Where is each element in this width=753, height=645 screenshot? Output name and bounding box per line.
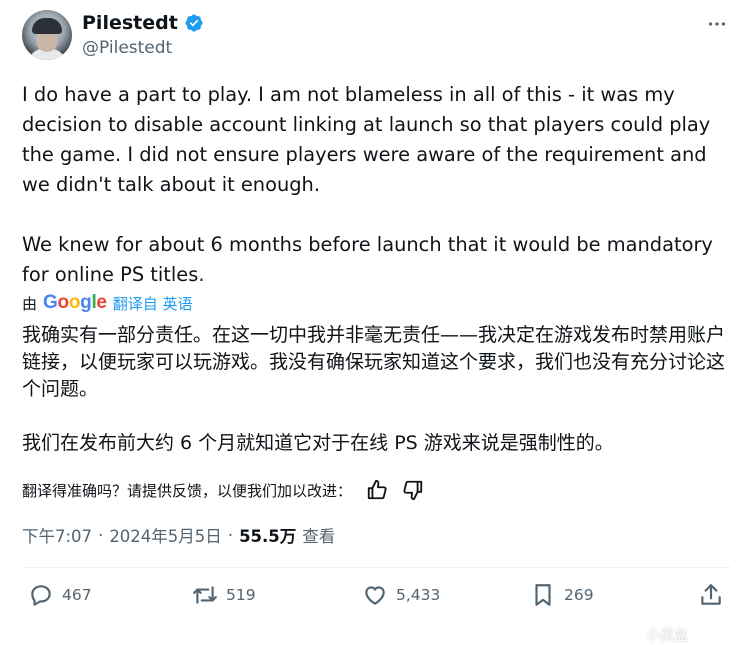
tweet-date[interactable]: 2024年5月5日 [109,523,222,547]
tweet-time[interactable]: 下午7:07 [22,523,92,547]
bookmark-count: 269 [564,586,594,604]
bookmark-button[interactable]: 269 [530,582,594,608]
like-icon [365,586,385,605]
tweet-metadata: 下午7:07 · 2024年5月5日 · 55.5万 查看 [22,523,335,547]
reply-count: 467 [62,586,92,604]
more-icon [708,22,726,26]
share-button[interactable] [698,582,724,608]
like-count: 5,433 [396,586,441,604]
more-options-button[interactable] [705,12,729,36]
thumbs-down-button[interactable] [402,479,424,501]
translated-by-label: 由 [22,294,38,313]
translated-from-link[interactable]: 翻译自 英语 [113,293,193,314]
meta-separator: · [98,525,104,545]
translation-attribution: 由 Google 翻译自 英语 [22,292,192,314]
like-button[interactable]: 5,433 [362,582,440,608]
google-logo: Google [43,292,107,313]
bookmark-icon [535,584,551,606]
divider [22,567,731,568]
reply-button[interactable]: 467 [28,582,92,608]
retweet-icon [193,586,217,604]
thumbs-up-button[interactable] [366,479,388,501]
verified-badge-icon [185,14,203,32]
thumbs-up-icon [367,479,387,500]
author-handle[interactable]: @Pilestedt [82,38,172,58]
retweet-button[interactable]: 519 [192,582,256,608]
share-icon [701,584,721,605]
author-name-row: Pilestedt [82,12,204,34]
tweet-card: Pilestedt @Pilestedt I do have a part to… [0,0,753,644]
tweet-text-original: I do have a part to play. I am not blame… [22,83,713,286]
views-count: 55.5万 [239,527,297,546]
thumbs-down-icon [403,480,423,501]
action-bar: 467 519 5,433 269 [22,582,732,614]
author-display-name[interactable]: Pilestedt [82,12,178,34]
translation-feedback: 翻译得准确吗？请提供反馈，以便我们加以改进： [22,479,424,501]
watermark: 小黑盒 [646,628,688,644]
reply-icon [31,585,51,606]
meta-separator: · [227,525,234,545]
feedback-prompt: 翻译得准确吗？请提供反馈，以便我们加以改进： [22,481,353,500]
retweet-count: 519 [226,586,256,604]
avatar[interactable] [22,10,72,60]
tweet-text-translated: 我确实有一部分责任。在这一切中我并非毫无责任——我决定在游戏发布时禁用账户链接，… [22,324,726,454]
views-label: 查看 [302,527,336,546]
